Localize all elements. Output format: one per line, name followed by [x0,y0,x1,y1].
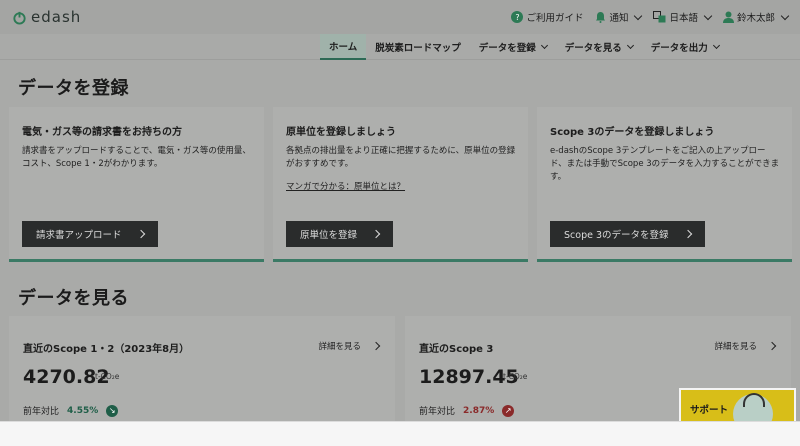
nav-export-label: データを出力 [650,43,708,54]
chevron-down-icon [712,41,720,50]
view-section-title: データを見る [18,288,129,309]
main-navigation: ホーム 脱炭素ロードマップ データを登録 データを見る データを出力 [0,34,800,60]
nav-view[interactable]: データを見る [556,34,642,60]
stat-unit: t-CO₂e [503,372,528,381]
chevron-down-icon [703,11,713,20]
nav-tabs: ホーム 脱炭素ロードマップ データを登録 データを見る データを出力 [320,34,728,60]
chevron-right-icon [683,229,692,239]
stat-title: 直近のScope 1・2（2023年8月） [23,344,190,355]
translate-icon [653,11,666,23]
user-name: 鈴木太郎 [736,13,775,24]
yoy-compare: 前年対比 2.87% ↗ [419,404,515,417]
card-title: Scope 3のデータを登録しましょう [550,127,715,138]
stat-title: 直近のScope 3 [419,344,494,355]
brand-logo[interactable]: edash [12,8,81,26]
nav-home-label: ホーム [329,42,358,53]
yoy-value: 4.55% [67,405,99,416]
card-description: 各拠点の排出量をより正確に把握するために、原単位の登録がおすすめです。 [286,146,516,169]
card-title: 原単位を登録しましょう [286,127,396,138]
details-label: 詳細を見る [318,342,361,352]
nav-roadmap-label: 脱炭素ロードマップ [375,43,461,54]
nav-export[interactable]: データを出力 [642,34,728,60]
card-scope3: Scope 3のデータを登録しましょう e-dashのScope 3テンプレート… [537,107,792,262]
top-header: edash ? ご利用ガイド 通知 日本語 鈴木太郎 [0,0,800,34]
nav-roadmap[interactable]: 脱炭素ロードマップ [366,34,470,60]
card-title: 電気・ガス等の請求書をお持ちの方 [22,127,182,138]
unit-register-button[interactable]: 原単位を登録 [286,221,394,247]
chevron-down-icon [626,41,634,50]
language-label: 日本語 [669,13,698,24]
register-section-title: データを登録 [18,78,129,99]
details-link[interactable]: 詳細を見る [318,340,381,352]
guide-link[interactable]: ? ご利用ガイド [511,10,583,24]
invoice-upload-button[interactable]: 請求書アップロード [22,221,158,247]
button-label: 原単位を登録 [300,230,358,241]
trend-down-icon: ↘ [106,404,119,417]
card-description: 請求書をアップロードすることで、電気・ガス等の使用量、コスト、Scope 1・2… [22,146,251,169]
notify-label: 通知 [609,13,629,24]
support-label: サポート [690,405,729,416]
manga-link[interactable]: マンガで分かる：原単位とは？ [286,180,405,192]
yoy-label: 前年対比 [23,407,60,417]
chevron-right-icon [371,341,381,351]
brand-name: edash [31,8,82,26]
language-menu[interactable]: 日本語 [653,10,713,24]
power-icon [13,11,26,25]
notification-menu[interactable]: 通知 [595,10,643,24]
bell-icon [596,12,606,23]
card-unit: 原単位を登録しましょう 各拠点の排出量をより正確に把握するために、原単位の登録が… [273,107,528,262]
details-link[interactable]: 詳細を見る [714,340,777,352]
bottom-bar [0,421,800,446]
user-menu[interactable]: 鈴木太郎 [722,10,790,24]
nav-home[interactable]: ホーム [320,34,367,60]
details-label: 詳細を見る [714,342,757,352]
guide-label: ご利用ガイド [526,13,584,24]
user-icon [722,11,734,23]
chevron-right-icon [767,341,777,351]
chevron-right-icon [371,229,381,239]
nav-register-label: データを登録 [478,43,536,54]
chevron-down-icon [540,41,548,50]
button-label: Scope 3のデータを登録 [564,230,669,241]
help-icon: ? [511,11,524,23]
app-root: edash ? ご利用ガイド 通知 日本語 鈴木太郎 ホーム 脱炭素ロードマップ… [0,0,800,421]
card-description: e-dashのScope 3テンプレートをご記入の上アップロード、または手動でS… [550,146,780,182]
trend-up-icon: ↗ [502,404,515,417]
chevron-right-icon [136,229,145,239]
scope3-register-button[interactable]: Scope 3のデータを登録 [550,221,705,247]
stat-card-scope12: 直近のScope 1・2（2023年8月） 詳細を見る 4270.82 t-CO… [9,316,395,421]
stat-unit: t-CO₂e [95,372,120,381]
yoy-label: 前年対比 [419,407,456,417]
yoy-value: 2.87% [463,405,495,416]
header-actions: ? ご利用ガイド 通知 日本語 鈴木太郎 [511,10,790,24]
button-label: 請求書アップロード [36,230,122,241]
nav-view-label: データを見る [564,43,622,54]
chevron-down-icon [634,11,643,20]
nav-register[interactable]: データを登録 [470,34,556,60]
yoy-compare: 前年対比 4.55% ↘ [23,404,119,417]
card-invoice: 電気・ガス等の請求書をお持ちの方 請求書をアップロードすることで、電気・ガス等の… [9,107,264,262]
chevron-down-icon [780,11,790,20]
